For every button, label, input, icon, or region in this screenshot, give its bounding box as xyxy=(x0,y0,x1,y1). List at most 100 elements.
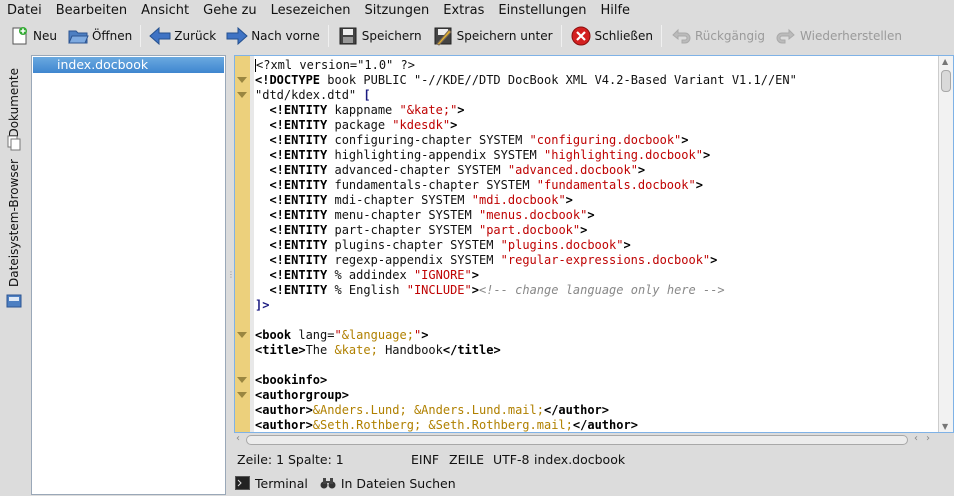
code-line[interactable] xyxy=(255,313,797,328)
sidebar-tab-strip: Dokumente Dateisystem-Browser xyxy=(2,55,28,355)
open-button[interactable]: Öffnen xyxy=(62,23,137,49)
code-token: > xyxy=(450,118,458,132)
menu-help[interactable]: Hilfe xyxy=(593,0,637,22)
fold-toggle-icon[interactable] xyxy=(237,332,247,338)
tab-documents-label: Dokumente xyxy=(7,68,21,138)
save-as-button[interactable]: Speichern unter xyxy=(427,23,558,49)
code-line[interactable]: <!ENTITY % addindex "IGNORE"> xyxy=(255,268,797,283)
splitter-handle[interactable]: ⋮ xyxy=(227,270,235,280)
code-token: "part.docbook" xyxy=(478,223,581,237)
code-token: > xyxy=(695,178,703,192)
insert-mode[interactable]: EINF xyxy=(411,452,439,467)
code-token: &Anders.Lund; &Anders.Lund.mail; xyxy=(312,403,544,417)
code-token: kappname xyxy=(327,103,400,117)
kate-window: Datei Bearbeiten Ansicht Gehe zu Lesezei… xyxy=(0,0,954,496)
scroll-left-icon[interactable]: ‹ xyxy=(236,433,240,444)
terminal-button[interactable]: Terminal xyxy=(234,476,308,491)
code-line[interactable] xyxy=(255,358,797,373)
undo-label: Rückgängig xyxy=(694,29,766,43)
code-token: "menus.docbook" xyxy=(478,208,588,222)
code-token: <!ENTITY xyxy=(255,118,328,132)
terminal-icon xyxy=(234,476,250,490)
tab-filesystem-browser[interactable]: Dateisystem-Browser xyxy=(2,155,26,291)
code-token: fundamentals-chapter SYSTEM xyxy=(327,178,537,192)
menu-view[interactable]: Ansicht xyxy=(134,0,196,22)
code-line[interactable]: <title>The &kate; Handbook</title> xyxy=(255,343,797,358)
code-token: "kdesdk" xyxy=(392,118,451,132)
code-line[interactable]: <!ENTITY package "kdesdk"> xyxy=(255,118,797,133)
code-token: "regular-expressions.docbook" xyxy=(500,253,711,267)
code-line[interactable]: <!ENTITY highlighting-appendix SYSTEM "h… xyxy=(255,148,797,163)
code-line[interactable]: <!ENTITY configuring-chapter SYSTEM "con… xyxy=(255,133,797,148)
menu-settings[interactable]: Einstellungen xyxy=(491,0,593,22)
code-token: <title> xyxy=(255,343,306,357)
terminal-label: Terminal xyxy=(255,475,308,491)
code-token: % English xyxy=(327,283,407,297)
code-token: &kate; xyxy=(334,343,378,357)
save-as-icon xyxy=(432,26,454,46)
code-line[interactable]: <book lang="&language;"> xyxy=(255,328,797,343)
code-line[interactable]: <?xml version="1.0" ?> xyxy=(255,58,797,73)
undo-button[interactable]: Rückgängig xyxy=(665,23,770,49)
find-in-files-label: In Dateien Suchen xyxy=(340,475,456,491)
code-line[interactable]: "dtd/kdex.dtd" [ xyxy=(255,88,797,103)
fold-toggle-icon[interactable] xyxy=(237,77,247,83)
scroll-up-icon[interactable]: ▲ xyxy=(942,57,948,66)
code-line[interactable]: <bookinfo> xyxy=(255,373,797,388)
code-token: </author> xyxy=(543,403,610,417)
editor-text[interactable]: <?xml version="1.0" ?> <!DOCTYPE book PUB… xyxy=(255,58,797,432)
toolbar-separator xyxy=(140,25,142,47)
scroll-left-icon[interactable]: ‹ xyxy=(914,433,918,444)
code-line[interactable]: <!ENTITY advanced-chapter SYSTEM "advanc… xyxy=(255,163,797,178)
find-in-files-button[interactable]: In Dateien Suchen xyxy=(320,476,456,491)
horizontal-scroll-thumb[interactable] xyxy=(246,435,908,445)
fold-toggle-icon[interactable] xyxy=(237,392,247,398)
code-line[interactable]: ]> xyxy=(255,298,797,313)
code-token: plugins-chapter SYSTEM xyxy=(327,238,501,252)
code-line[interactable]: <!ENTITY fundamentals-chapter SYSTEM "fu… xyxy=(255,178,797,193)
code-token: lang= xyxy=(291,328,335,342)
scroll-down-icon[interactable]: ▼ xyxy=(942,422,948,431)
code-line[interactable]: <!ENTITY % English "INCLUDE"><!-- change… xyxy=(255,283,797,298)
selection-mode[interactable]: ZEILE xyxy=(449,452,484,467)
back-button[interactable]: Zurück xyxy=(144,23,221,49)
code-token: <authorgroup> xyxy=(255,388,349,402)
menu-file[interactable]: Datei xyxy=(0,0,49,22)
code-line[interactable]: <author>&Seth.Rothberg; &Seth.Rothberg.m… xyxy=(255,418,797,432)
filesystem-icon xyxy=(6,293,22,313)
code-line[interactable]: <!ENTITY plugins-chapter SYSTEM "plugins… xyxy=(255,238,797,253)
code-line[interactable]: <!ENTITY mdi-chapter SYSTEM "mdi.docbook… xyxy=(255,193,797,208)
code-line[interactable]: <!DOCTYPE book PUBLIC "-//KDE//DTD DocBo… xyxy=(255,73,797,88)
list-item[interactable]: index.docbook xyxy=(33,57,224,73)
forward-button[interactable]: Nach vorne xyxy=(221,23,325,49)
fold-toggle-icon[interactable] xyxy=(237,92,247,98)
horizontal-scrollbar[interactable]: ‹ ‹ › xyxy=(234,433,954,447)
menu-sessions[interactable]: Sitzungen xyxy=(358,0,437,22)
scroll-right-icon[interactable]: › xyxy=(926,433,930,444)
code-line[interactable]: <!ENTITY regexp-appendix SYSTEM "regular… xyxy=(255,253,797,268)
vertical-scrollbar[interactable]: ▲ ▼ xyxy=(938,56,953,432)
fold-toggle-icon[interactable] xyxy=(237,377,247,383)
code-line[interactable]: <!ENTITY part-chapter SYSTEM "part.docbo… xyxy=(255,223,797,238)
code-line[interactable]: <!ENTITY menu-chapter SYSTEM "menus.docb… xyxy=(255,208,797,223)
menu-tools[interactable]: Extras xyxy=(436,0,491,22)
vertical-scroll-thumb[interactable] xyxy=(941,70,951,92)
code-token: <author> xyxy=(255,403,313,417)
status-bar: Zeile: 1 Spalte: 1 EINF ZEILE UTF-8 inde… xyxy=(234,452,954,468)
code-editor[interactable]: <?xml version="1.0" ?> <!DOCTYPE book PUB… xyxy=(234,55,954,433)
code-line[interactable]: <author>&Anders.Lund; &Anders.Lund.mail;… xyxy=(255,403,797,418)
redo-button[interactable]: Wiederherstellen xyxy=(770,23,907,49)
new-button[interactable]: Neu xyxy=(3,23,62,49)
menu-go[interactable]: Gehe zu xyxy=(196,0,264,22)
code-token: "fundamentals.docbook" xyxy=(536,178,696,192)
code-token: highlighting-appendix SYSTEM xyxy=(327,148,544,162)
code-line[interactable]: <authorgroup> xyxy=(255,388,797,403)
menu-edit[interactable]: Bearbeiten xyxy=(49,0,134,22)
close-button[interactable]: Schließen xyxy=(565,23,658,49)
menu-bookmarks[interactable]: Lesezeichen xyxy=(264,0,358,22)
code-token: "IGNORE" xyxy=(413,268,472,282)
cursor-position: Zeile: 1 Spalte: 1 xyxy=(237,452,344,467)
code-token: "mdi.docbook" xyxy=(471,193,566,207)
code-line[interactable]: <!ENTITY kappname "&kate;"> xyxy=(255,103,797,118)
save-button[interactable]: Speichern xyxy=(332,23,427,49)
